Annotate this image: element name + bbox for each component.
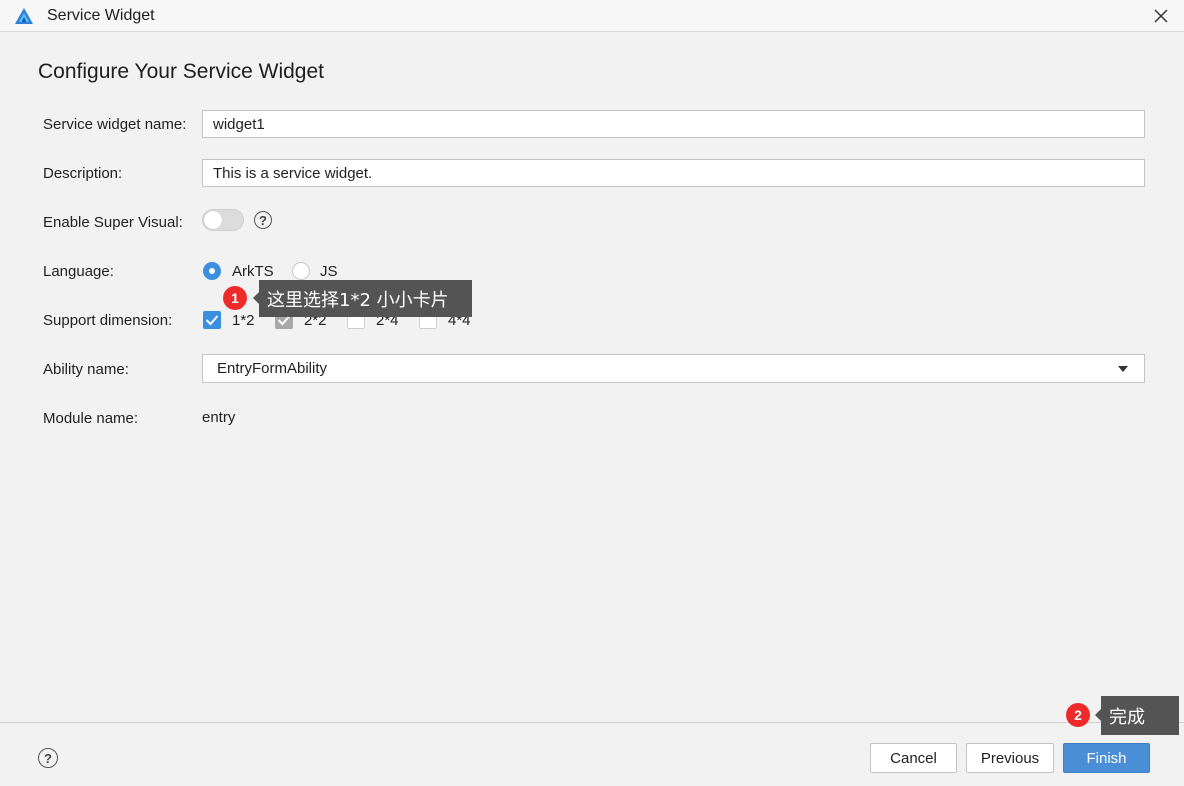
step-badge-1: 1 [223,286,247,310]
window-titlebar: Service Widget [0,0,1184,32]
toggle-knob [204,211,222,229]
checkbox-1x2[interactable] [203,311,221,329]
description-label: Description: [43,165,123,182]
close-icon [1154,9,1168,23]
finish-button[interactable]: Finish [1063,743,1150,773]
module-name-value: entry [202,409,236,426]
cancel-button[interactable]: Cancel [870,743,957,773]
annotation-text-1: 这里选择1*2 小小卡片 [267,289,449,311]
support-dimension-label: Support dimension: [43,312,173,329]
page-title: Configure Your Service Widget [38,60,324,83]
module-name-label: Module name: [43,410,139,427]
super-visual-label: Enable Super Visual: [43,214,183,231]
ability-name-value: EntryFormAbility [217,360,328,377]
annotation-callout-1: 这里选择1*2 小小卡片 [259,280,472,317]
harmony-deveco-logo-icon [15,8,33,24]
ability-name-label: Ability name: [43,361,129,378]
super-visual-toggle[interactable] [202,209,244,231]
previous-button[interactable]: Previous [966,743,1054,773]
close-button[interactable] [1148,3,1174,29]
widget-name-input[interactable] [202,110,1145,138]
callout-pointer [253,292,259,304]
annotation-text-2: 完成 [1109,706,1145,728]
radio-arkts[interactable] [203,262,221,280]
question-circle-icon[interactable]: ? [254,211,272,229]
language-label: Language: [43,263,114,280]
checkbox-1x2-label: 1*2 [232,312,255,329]
description-input[interactable] [202,159,1145,187]
checkmark-icon [205,315,219,326]
step-badge-2: 2 [1066,703,1090,727]
callout-pointer [1095,709,1101,721]
widget-name-label: Service widget name: [43,116,187,133]
radio-js[interactable] [292,262,310,280]
dropdown-arrow-icon [1118,366,1128,372]
radio-js-label: JS [320,263,338,280]
ability-name-select[interactable]: EntryFormAbility [202,354,1145,383]
annotation-callout-2: 完成 [1101,696,1179,735]
radio-arkts-label: ArkTS [232,263,274,280]
footer-divider [0,722,1184,723]
question-circle-icon[interactable]: ? [38,748,58,768]
window-title: Service Widget [47,7,155,24]
